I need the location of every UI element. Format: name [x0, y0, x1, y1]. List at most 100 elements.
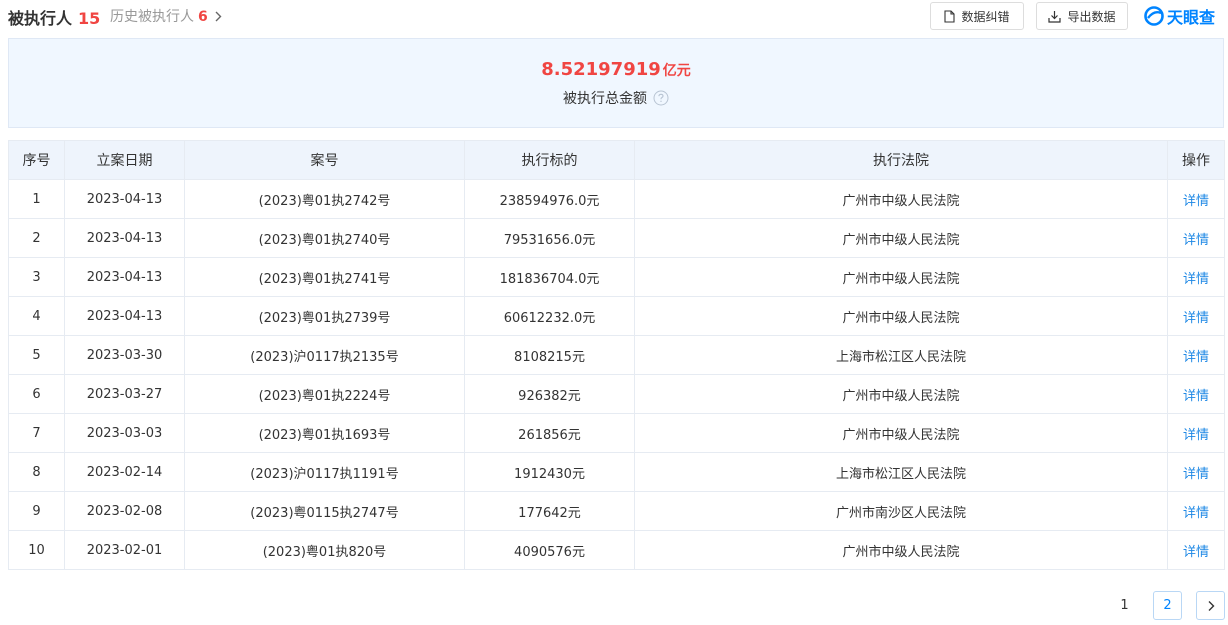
cell-action: 详情 [1167, 257, 1225, 297]
detail-link[interactable]: 详情 [1183, 545, 1209, 560]
cell-amount: 4090576元 [464, 530, 635, 570]
cell-date: 2023-03-30 [64, 335, 185, 375]
tab-executed-persons-label: 被执行人 [8, 9, 73, 28]
cell-amount: 177642元 [464, 491, 635, 531]
cell-case-no: (2023)粤01执2224号 [184, 374, 465, 414]
cell-action: 详情 [1167, 335, 1225, 375]
chevron-right-icon [1207, 600, 1215, 612]
table-row: 8 2023-02-14 (2023)沪0117执1191号 1912430元 … [8, 452, 1225, 492]
cell-case-no: (2023)粤01执2739号 [184, 296, 465, 336]
tab-history-label: 历史被执行人 [110, 9, 194, 25]
cell-no: 10 [8, 530, 65, 570]
cell-no: 7 [8, 413, 65, 453]
cell-court: 广州市中级人民法院 [634, 296, 1168, 336]
table-row: 4 2023-04-13 (2023)粤01执2739号 60612232.0元… [8, 296, 1225, 336]
pagination-page-1[interactable]: 1 [1110, 591, 1139, 620]
data-correction-label: 数据纠错 [961, 9, 1010, 24]
column-header-action: 操作 [1167, 140, 1225, 180]
cell-amount: 181836704.0元 [464, 257, 635, 297]
cell-action: 详情 [1167, 374, 1225, 414]
cell-court: 广州市中级人民法院 [634, 257, 1168, 297]
tianyancha-logo: 天眼查 [1144, 4, 1215, 28]
cell-case-no: (2023)粤01执2742号 [184, 179, 465, 219]
detail-link[interactable]: 详情 [1183, 311, 1209, 326]
cell-case-no: (2023)粤01执820号 [184, 530, 465, 570]
cell-no: 3 [8, 257, 65, 297]
cell-date: 2023-02-08 [64, 491, 185, 531]
column-header-court: 执行法院 [634, 140, 1168, 180]
table-row: 9 2023-02-08 (2023)粤0115执2747号 177642元 广… [8, 491, 1225, 531]
cell-date: 2023-04-13 [64, 218, 185, 258]
column-header-date: 立案日期 [64, 140, 185, 180]
cell-amount: 60612232.0元 [464, 296, 635, 336]
total-amount-label: 被执行总金额 [563, 91, 647, 107]
cell-action: 详情 [1167, 296, 1225, 336]
cell-action: 详情 [1167, 179, 1225, 219]
cell-case-no: (2023)粤01执2741号 [184, 257, 465, 297]
cell-case-no: (2023)沪0117执2135号 [184, 335, 465, 375]
data-correction-button[interactable]: 数据纠错 [930, 2, 1024, 30]
detail-link[interactable]: 详情 [1183, 428, 1209, 443]
export-data-label: 导出数据 [1067, 9, 1116, 24]
cell-court: 广州市中级人民法院 [634, 374, 1168, 414]
cell-action: 详情 [1167, 218, 1225, 258]
chevron-right-icon [210, 9, 222, 25]
cell-court: 广州市中级人民法院 [634, 530, 1168, 570]
tab-history-count: 6 [198, 9, 208, 25]
cell-court: 广州市中级人民法院 [634, 218, 1168, 258]
cell-court: 广州市中级人民法院 [634, 179, 1168, 219]
cell-date: 2023-02-01 [64, 530, 185, 570]
cell-no: 8 [8, 452, 65, 492]
cell-no: 6 [8, 374, 65, 414]
document-icon [944, 9, 961, 23]
executed-persons-table: 序号 立案日期 案号 执行标的 执行法院 操作 1 2023-04-13 (20… [8, 140, 1225, 570]
table-row: 10 2023-02-01 (2023)粤01执820号 4090576元 广州… [8, 530, 1225, 570]
cell-case-no: (2023)粤0115执2747号 [184, 491, 465, 531]
table-header-row: 序号 立案日期 案号 执行标的 执行法院 操作 [8, 140, 1225, 180]
table-row: 3 2023-04-13 (2023)粤01执2741号 181836704.0… [8, 257, 1225, 297]
total-amount-value: 8.52197919 [541, 59, 661, 80]
column-header-case-no: 案号 [184, 140, 465, 180]
export-data-button[interactable]: 导出数据 [1036, 2, 1128, 30]
cell-no: 9 [8, 491, 65, 531]
tab-history-executed-persons[interactable]: 历史被执行人 6 [110, 6, 222, 26]
cell-no: 1 [8, 179, 65, 219]
detail-link[interactable]: 详情 [1183, 389, 1209, 404]
help-icon[interactable] [653, 90, 669, 106]
cell-action: 详情 [1167, 491, 1225, 531]
cell-court: 广州市中级人民法院 [634, 413, 1168, 453]
table-row: 2 2023-04-13 (2023)粤01执2740号 79531656.0元… [8, 218, 1225, 258]
detail-link[interactable]: 详情 [1183, 506, 1209, 521]
table-row: 7 2023-03-03 (2023)粤01执1693号 261856元 广州市… [8, 413, 1225, 453]
pagination-next-button[interactable] [1196, 591, 1225, 620]
tab-executed-persons[interactable]: 被执行人 15 [8, 5, 100, 29]
total-amount-unit: 亿元 [662, 63, 691, 79]
total-amount-label-row: 被执行总金额 [9, 88, 1223, 108]
cell-amount: 8108215元 [464, 335, 635, 375]
cell-court: 上海市松江区人民法院 [634, 335, 1168, 375]
cell-court: 广州市南沙区人民法院 [634, 491, 1168, 531]
tianyancha-logo-text: 天眼查 [1167, 8, 1216, 27]
cell-case-no: (2023)粤01执1693号 [184, 413, 465, 453]
cell-date: 2023-03-27 [64, 374, 185, 414]
detail-link[interactable]: 详情 [1183, 350, 1209, 365]
cell-amount: 261856元 [464, 413, 635, 453]
column-header-amount: 执行标的 [464, 140, 635, 180]
cell-date: 2023-04-13 [64, 179, 185, 219]
tab-executed-persons-count: 15 [78, 9, 101, 28]
detail-link[interactable]: 详情 [1183, 194, 1209, 209]
cell-action: 详情 [1167, 530, 1225, 570]
cell-case-no: (2023)沪0117执1191号 [184, 452, 465, 492]
cell-no: 5 [8, 335, 65, 375]
top-bar: 被执行人 15 历史被执行人 6 数据纠错 导出数据 天眼查 [0, 0, 1228, 32]
detail-link[interactable]: 详情 [1183, 467, 1209, 482]
cell-date: 2023-04-13 [64, 257, 185, 297]
pagination-page-2[interactable]: 2 [1153, 591, 1182, 620]
cell-no: 4 [8, 296, 65, 336]
cell-amount: 238594976.0元 [464, 179, 635, 219]
cell-no: 2 [8, 218, 65, 258]
table-row: 6 2023-03-27 (2023)粤01执2224号 926382元 广州市… [8, 374, 1225, 414]
cell-amount: 926382元 [464, 374, 635, 414]
detail-link[interactable]: 详情 [1183, 272, 1209, 287]
detail-link[interactable]: 详情 [1183, 233, 1209, 248]
